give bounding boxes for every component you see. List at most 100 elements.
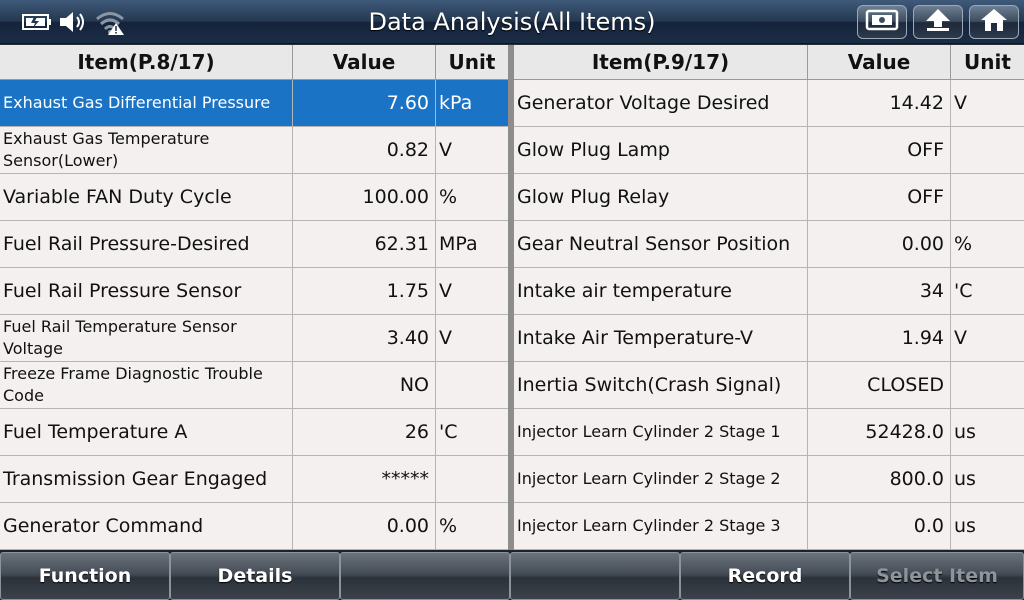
table-row[interactable]: Gear Neutral Sensor Position 0.00 % [514,221,1024,268]
item-name: Fuel Rail Pressure-Desired [0,221,293,267]
home-button[interactable] [969,5,1019,39]
item-unit: V [439,327,452,349]
item-unit: us [954,421,976,443]
item-name: Injector Learn Cylinder 2 Stage 2 [514,456,808,502]
table-row[interactable]: Injector Learn Cylinder 2 Stage 1 52428.… [514,409,1024,456]
right-table-header: Item(P.9/17) Value Unit [514,45,1024,80]
function-button[interactable]: Function [0,552,170,600]
item-column-header: Item(P.9/17) [514,45,808,79]
item-unit: V [439,139,452,161]
item-name: Generator Command [0,503,293,549]
table-row[interactable]: Intake Air Temperature-V 1.94 V [514,315,1024,362]
item-value: 0.00 [808,221,951,267]
item-column-header: Item(P.8/17) [0,45,293,79]
item-name: Transmission Gear Engaged [0,456,293,502]
item-unit [951,127,1024,173]
item-name: Exhaust Gas Differential Pressure [0,80,293,126]
table-row[interactable]: Transmission Gear Engaged ***** [0,456,508,503]
table-row[interactable]: Fuel Temperature A 26 'C [0,409,508,456]
table-row[interactable]: Variable FAN Duty Cycle 100.00 % [0,174,508,221]
table-row[interactable]: Injector Learn Cylinder 2 Stage 2 800.0 … [514,456,1024,503]
item-name: Variable FAN Duty Cycle [0,174,293,220]
item-value: OFF [808,174,951,220]
home-icon [979,7,1009,37]
item-name: Intake air temperature [514,268,808,314]
table-row[interactable]: Fuel Rail Temperature Sensor Voltage 3.4… [0,315,508,362]
item-value: CLOSED [808,362,951,408]
item-unit [951,362,1024,408]
table-row[interactable]: Generator Voltage Desired 14.42 V [514,80,1024,127]
item-unit: us [954,468,976,490]
item-name: Exhaust Gas Temperature Sensor(Lower) [0,127,293,173]
item-value: 3.40 [293,315,436,361]
item-unit: V [439,280,452,302]
item-value: 1.75 [293,268,436,314]
empty-button-2[interactable] [510,552,680,600]
item-unit [436,456,508,502]
item-unit: 'C [439,421,458,443]
item-name: Fuel Rail Pressure Sensor [0,268,293,314]
title-bar: Data Analysis(All Items) [0,0,1024,44]
unit-column-header: Unit [964,50,1011,74]
item-unit: V [954,92,967,114]
item-name: Injector Learn Cylinder 2 Stage 3 [514,503,808,549]
item-name: Injector Learn Cylinder 2 Stage 1 [514,409,808,455]
item-unit: 'C [954,280,973,302]
select-item-button[interactable]: Select Item [850,552,1024,600]
item-value: 0.0 [808,503,951,549]
item-value: 0.82 [293,127,436,173]
item-name: Generator Voltage Desired [514,80,808,126]
empty-button-1[interactable] [340,552,510,600]
table-row[interactable]: Freeze Frame Diagnostic Trouble Code NO [0,362,508,409]
item-value: 100.00 [293,174,436,220]
table-row[interactable]: Glow Plug Relay OFF [514,174,1024,221]
item-name: Gear Neutral Sensor Position [514,221,808,267]
back-button[interactable] [913,5,963,39]
table-row[interactable]: Exhaust Gas Differential Pressure 7.60 k… [0,80,508,127]
screenshot-icon [865,8,899,36]
table-row[interactable]: Intake air temperature 34 'C [514,268,1024,315]
item-value: ***** [293,456,436,502]
table-row[interactable]: Inertia Switch(Crash Signal) CLOSED [514,362,1024,409]
screenshot-button[interactable] [857,5,907,39]
right-data-table: Item(P.9/17) Value Unit Generator Voltag… [514,45,1024,550]
bottom-toolbar: Function Details Record Select Item [0,550,1024,600]
item-value: 7.60 [293,80,436,126]
left-table-header: Item(P.8/17) Value Unit [0,45,508,80]
table-row[interactable]: Glow Plug Lamp OFF [514,127,1024,174]
item-name: Glow Plug Relay [514,174,808,220]
table-row[interactable]: Exhaust Gas Temperature Sensor(Lower) 0.… [0,127,508,174]
item-name: Glow Plug Lamp [514,127,808,173]
item-name: Freeze Frame Diagnostic Trouble Code [0,362,293,408]
item-value: OFF [808,127,951,173]
details-button[interactable]: Details [170,552,340,600]
item-unit: % [439,186,458,208]
table-row[interactable]: Fuel Rail Pressure-Desired 62.31 MPa [0,221,508,268]
table-row[interactable]: Generator Command 0.00 % [0,503,508,550]
item-name: Intake Air Temperature-V [514,315,808,361]
value-column-header: Value [808,45,951,79]
item-unit [436,362,508,408]
item-unit: MPa [439,233,478,255]
item-value: 26 [293,409,436,455]
item-value: 800.0 [808,456,951,502]
item-value: 1.94 [808,315,951,361]
item-unit: V [954,327,967,349]
item-unit [951,174,1024,220]
item-unit: % [439,515,458,537]
up-arrow-icon [923,7,953,37]
item-value: 34 [808,268,951,314]
left-data-table: Item(P.8/17) Value Unit Exhaust Gas Diff… [0,45,508,550]
record-button[interactable]: Record [680,552,850,600]
item-value: 52428.0 [808,409,951,455]
item-value: NO [293,362,436,408]
item-value: 14.42 [808,80,951,126]
item-unit: % [954,233,973,255]
table-row[interactable]: Fuel Rail Pressure Sensor 1.75 V [0,268,508,315]
value-column-header: Value [293,45,436,79]
item-value: 62.31 [293,221,436,267]
table-row[interactable]: Injector Learn Cylinder 2 Stage 3 0.0 us [514,503,1024,550]
item-unit: us [954,515,976,537]
item-value: 0.00 [293,503,436,549]
item-unit: kPa [439,92,473,114]
